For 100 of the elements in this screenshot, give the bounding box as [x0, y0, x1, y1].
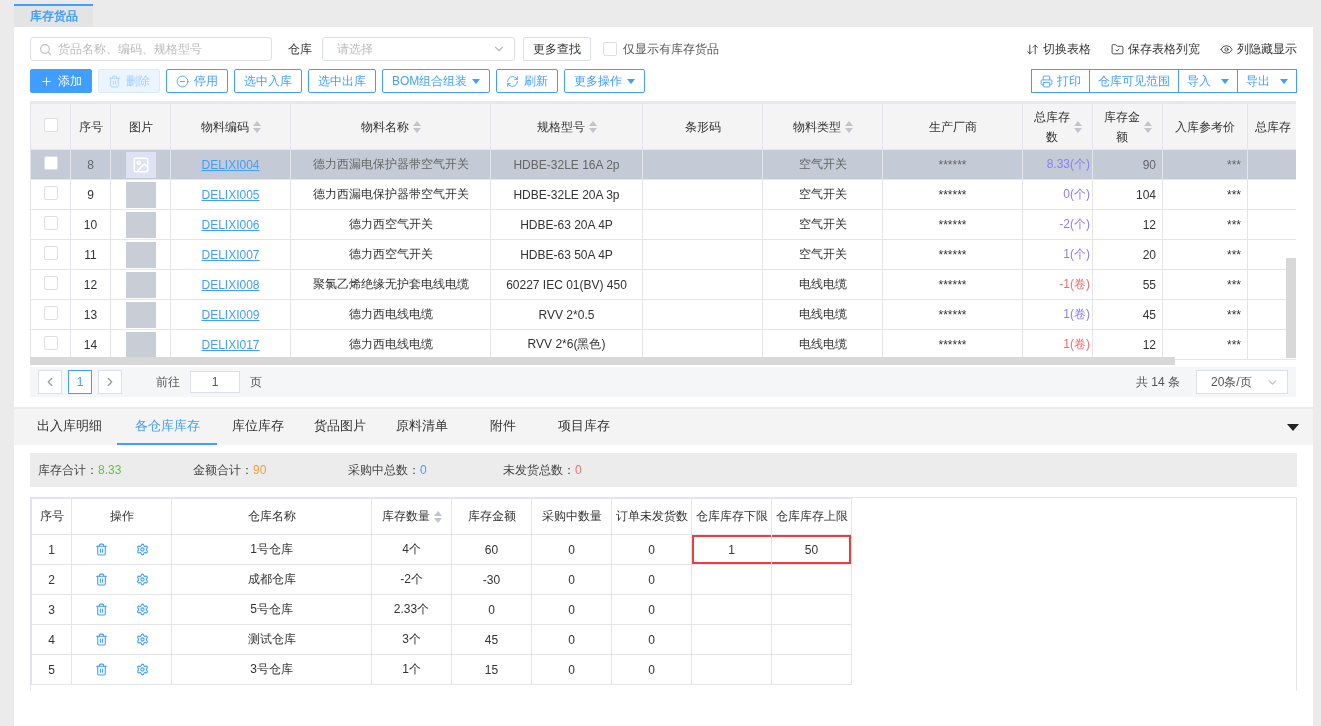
table-cell: 4	[31, 624, 72, 655]
stock-quantity: 0(个)	[1063, 187, 1090, 201]
detail-tab[interactable]: 库位库存	[217, 409, 299, 445]
table-cell: 德力西电线电缆	[290, 299, 491, 330]
table-cell: ***	[1162, 239, 1248, 270]
photo-placeholder	[125, 211, 156, 238]
sort-icon[interactable]	[412, 120, 421, 133]
photo-placeholder	[125, 241, 156, 268]
stock-quantity: 1(卷)	[1063, 307, 1090, 321]
checkbox[interactable]	[43, 336, 58, 350]
prev-page-button[interactable]	[38, 370, 62, 394]
column-header[interactable]: 订单未发货数	[611, 498, 692, 535]
checkbox[interactable]	[43, 118, 58, 132]
column-header[interactable]: 总库存数	[1022, 103, 1093, 150]
toolbar-link[interactable]: 保存表格列宽	[1111, 40, 1200, 58]
table-cell: 0	[531, 594, 612, 625]
trash-icon[interactable]	[94, 603, 108, 616]
sort-icon[interactable]	[1073, 120, 1082, 133]
settings-icon[interactable]	[135, 603, 149, 616]
column-header[interactable]: 总库存	[1247, 103, 1296, 150]
table-cell: 成都仓库	[171, 564, 372, 595]
folder-check-icon	[1111, 42, 1124, 56]
column-header[interactable]: 库存数量	[371, 498, 452, 535]
toolbar-link[interactable]: 切换表格	[1026, 40, 1091, 58]
more-search-button[interactable]: 更多查找	[523, 37, 591, 61]
checkbox[interactable]	[43, 306, 58, 320]
scrollbar[interactable]	[30, 357, 1175, 365]
column-title: 物料名称	[360, 118, 409, 136]
detail-tab[interactable]: 项目库存	[543, 409, 625, 445]
sort-icon[interactable]	[433, 510, 442, 523]
total-count: 共 14 条	[1136, 373, 1180, 391]
photo-placeholder	[125, 301, 156, 328]
table-cell: ***	[1162, 269, 1248, 300]
checkbox[interactable]	[43, 246, 58, 260]
table-cell: 德力西空气开关	[290, 209, 491, 240]
page-unit: 页	[250, 373, 262, 391]
column-header[interactable]: 物料编码	[170, 103, 291, 150]
page-size-select[interactable]: 20条/页	[1196, 370, 1288, 394]
table-cell: 0	[611, 654, 692, 685]
column-header[interactable]: 入库参考价	[1162, 103, 1248, 150]
scrollbar[interactable]	[1286, 258, 1296, 358]
table-cell: 2	[31, 564, 72, 595]
checkbox[interactable]	[43, 276, 58, 290]
column-header[interactable]: 仓库名称	[171, 498, 372, 535]
column-header[interactable]: 条形码	[642, 103, 763, 150]
column-title: 规格型号	[536, 118, 585, 136]
settings-icon[interactable]	[135, 633, 149, 646]
settings-icon[interactable]	[135, 543, 149, 556]
checkbox[interactable]	[43, 186, 58, 200]
sort-icon[interactable]	[1143, 120, 1152, 133]
column-header[interactable]: 物料名称	[290, 103, 491, 150]
detail-tab[interactable]: 原料清单	[381, 409, 463, 445]
toolbar-link[interactable]: 列隐藏显示	[1220, 40, 1297, 58]
column-header[interactable]: 物料类型	[762, 103, 883, 150]
trash-icon[interactable]	[94, 543, 108, 556]
table-cell: 45	[451, 624, 532, 655]
trash-icon[interactable]	[94, 633, 108, 646]
column-header[interactable]: 操作	[71, 498, 172, 535]
table-cell: ***	[1162, 209, 1248, 240]
settings-icon[interactable]	[135, 663, 149, 676]
checkbox[interactable]	[43, 216, 58, 230]
table-cell: 3号仓库	[171, 654, 372, 685]
sort-icon[interactable]	[252, 120, 261, 133]
warehouse-label: 仓库	[288, 40, 312, 58]
table-cell: 60	[451, 534, 532, 565]
settings-icon[interactable]	[135, 573, 149, 586]
table-cell: 5号仓库	[171, 594, 372, 625]
table-cell: 1	[31, 534, 72, 565]
table-cell: ******	[882, 239, 1023, 270]
column-header[interactable]: 序号	[70, 103, 111, 150]
column-header[interactable]: 序号	[31, 498, 72, 535]
stock-quantity: 8.33(个)	[1046, 157, 1090, 171]
column-title: 库存金额	[1103, 108, 1140, 146]
column-header[interactable]: 仓库库存上限	[771, 498, 852, 535]
column-header[interactable]: 规格型号	[490, 103, 643, 150]
column-header[interactable]: 图片	[110, 103, 171, 150]
table-cell: 空气开关	[762, 179, 883, 210]
table-cell: ***	[1162, 179, 1248, 210]
refresh-icon	[506, 74, 520, 88]
next-page-button[interactable]	[98, 370, 122, 394]
column-title: 库存数量	[381, 508, 430, 525]
column-header[interactable]: 生产厂商	[882, 103, 1023, 150]
table-cell: 德力西漏电保护器带空气开关	[290, 179, 491, 210]
table-cell: 聚氯乙烯绝缘无护套电线电缆	[290, 269, 491, 300]
sort-icon[interactable]	[844, 120, 853, 133]
trash-icon[interactable]	[94, 573, 108, 586]
detail-tab[interactable]: 货品图片	[299, 409, 381, 445]
detail-tab[interactable]: 出入库明细	[22, 409, 117, 445]
column-header[interactable]: 库存金额	[451, 498, 532, 535]
detail-tab[interactable]: 附件	[463, 409, 543, 445]
checkbox[interactable]	[603, 42, 617, 56]
column-header[interactable]: 库存金额	[1092, 103, 1163, 150]
checkbox[interactable]	[43, 156, 58, 170]
column-header[interactable]: 采购中数量	[531, 498, 612, 535]
table-cell: 0	[531, 564, 612, 595]
sort-icon[interactable]	[588, 120, 597, 133]
photo-placeholder	[125, 331, 156, 358]
trash-icon[interactable]	[94, 663, 108, 676]
page-input[interactable]: 1	[190, 371, 240, 393]
column-header[interactable]: 仓库库存下限	[691, 498, 772, 535]
